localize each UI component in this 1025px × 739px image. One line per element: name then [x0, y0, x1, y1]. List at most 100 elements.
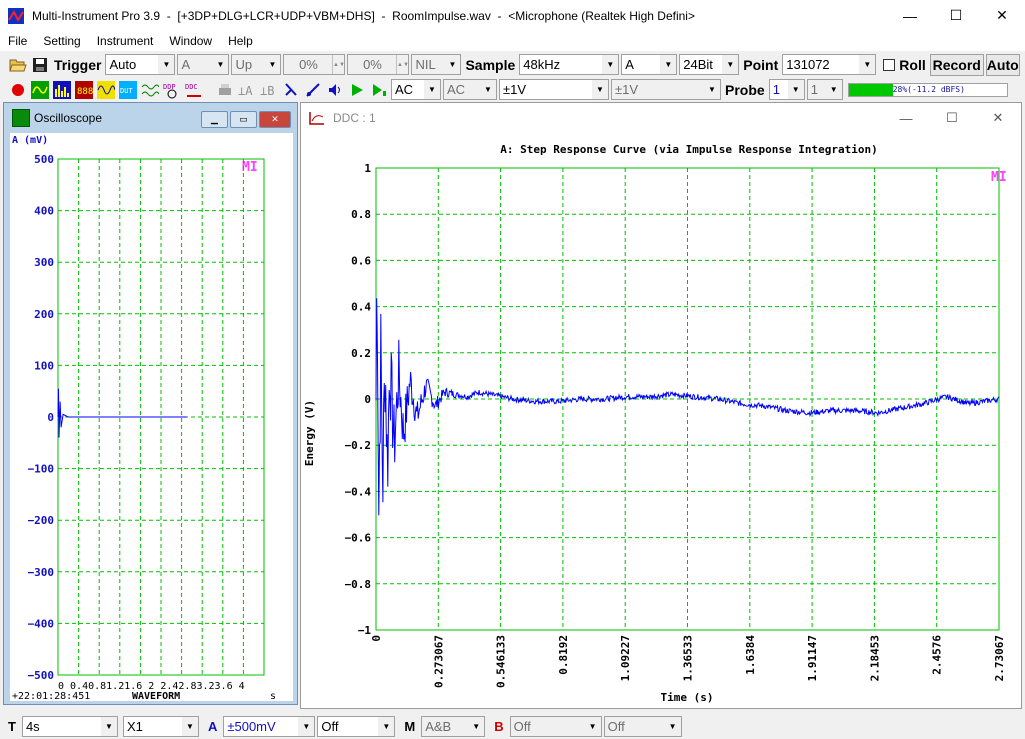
roll-label: Roll: [899, 56, 926, 73]
menu-file[interactable]: File: [0, 34, 35, 48]
oscilloscope-chart[interactable]: A (mV) MI 500 400 300 200 100 0 −100 −200 −300 −4…: [10, 133, 293, 702]
oscilloscope-plot-area[interactable]: A (mV) MI 500 400 300 200 100 0 −100 −200 −300 −4…: [10, 133, 293, 702]
osc-x-unit: s: [270, 691, 276, 701]
menu-instrument[interactable]: Instrument: [89, 34, 162, 48]
auto-button[interactable]: Auto: [985, 53, 1020, 76]
multiplier-select[interactable]: X1 ▼: [122, 716, 199, 737]
ddc-close-button[interactable]: ✕: [975, 103, 1021, 133]
ddp-icon[interactable]: DDP: [162, 80, 182, 100]
record-button[interactable]: Record: [929, 53, 984, 76]
svg-text:DDP: DDP: [163, 83, 176, 91]
measure-icon[interactable]: [303, 80, 323, 100]
generator-icon[interactable]: [96, 80, 116, 100]
osc-y-tick-label: 0: [47, 411, 54, 424]
play-icon[interactable]: [347, 80, 367, 100]
input-level-fill: [848, 83, 893, 96]
osc-close-button[interactable]: ✕: [259, 111, 291, 128]
channel-select[interactable]: A ▼: [621, 54, 678, 75]
chevron-down-icon: ▼: [378, 717, 395, 736]
osc-restore-button[interactable]: ▭: [230, 111, 257, 128]
range-b-select[interactable]: ±1V ▼: [611, 79, 721, 100]
modules-text: [+3DP+DLG+LCR+UDP+VBM+DHS]: [177, 8, 375, 23]
oscilloscope-window: Oscilloscope ▁ ▭ ✕ A (mV) MI 500 400 300 20…: [3, 102, 298, 705]
maximize-button[interactable]: ☐: [933, 0, 979, 31]
trigger-edge-select[interactable]: Up ▼: [231, 54, 282, 75]
ddc-y-label: Energy (V): [303, 400, 316, 466]
multimeter-icon[interactable]: 888: [74, 80, 94, 100]
chevron-down-icon: ▼: [444, 55, 461, 74]
menu-bar: File Setting Instrument Window Help: [0, 31, 1025, 51]
math-mode-select[interactable]: A&B ▼: [421, 716, 486, 737]
osc-unit-label: A (mV): [12, 135, 48, 146]
print-icon[interactable]: [215, 80, 235, 100]
y-tick-label: 0.4: [351, 301, 371, 314]
input-level-text: 28%(-11.2 dBFS): [892, 84, 965, 94]
trigger-delay-spinner[interactable]: 0% ▲▼: [347, 54, 410, 75]
save-icon[interactable]: [30, 55, 50, 75]
oscilloscope-titlebar[interactable]: Oscilloscope ▁ ▭ ✕: [4, 103, 297, 133]
probe-label: Probe: [725, 81, 765, 98]
chevron-down-icon: ▼: [158, 55, 175, 74]
ddc-minimize-button[interactable]: —: [883, 103, 929, 133]
channel-a-offset-select[interactable]: Off ▼: [317, 716, 396, 737]
coupling-b-select[interactable]: AC ▼: [443, 79, 497, 100]
ddc-titlebar[interactable]: DDC : 1 — ☐ ✕: [301, 103, 1021, 133]
file-name: RoomImpulse.wav: [392, 8, 491, 23]
channel-b-range-select[interactable]: Off ▼: [509, 716, 602, 737]
play-step-icon[interactable]: [369, 80, 389, 100]
timebase-label: T: [8, 719, 16, 734]
trigger-mode-select[interactable]: Auto ▼: [105, 54, 176, 75]
channel-a-range-select[interactable]: ±500mV ▼: [223, 716, 316, 737]
x-tick-label: 2.18453: [868, 635, 881, 681]
speaker-icon[interactable]: [325, 80, 345, 100]
osc-y-tick-label: 200: [34, 308, 54, 321]
close-button[interactable]: ✕: [979, 0, 1025, 31]
minimize-button[interactable]: —: [887, 0, 933, 31]
timebase-select[interactable]: 4s ▼: [21, 716, 118, 737]
trigger-label: Trigger: [54, 56, 102, 73]
channel-b-offset-select[interactable]: Off ▼: [603, 716, 682, 737]
points-select[interactable]: 131072 ▼: [782, 54, 877, 75]
ddc-icon[interactable]: DDC: [184, 80, 204, 100]
trigger-level-spinner[interactable]: 0% ▲▼: [283, 54, 346, 75]
menu-window[interactable]: Window: [161, 34, 220, 48]
roll-checkbox[interactable]: [883, 58, 896, 71]
osc-minimize-button[interactable]: ▁: [201, 111, 228, 128]
x-tick-label: 2.73067: [993, 635, 1006, 681]
probe-b-select[interactable]: 1 ▼: [806, 79, 843, 100]
ddc-chart-title: A: Step Response Curve (via Impulse Resp…: [500, 143, 878, 156]
step-response-chart[interactable]: A: Step Response Curve (via Impulse Resp…: [301, 133, 1021, 708]
sweep-icon[interactable]: [140, 80, 160, 100]
title-bar: Multi-Instrument Pro 3.9 - [+3DP+DLG+LCR…: [0, 0, 1025, 31]
status-bar: T 4s ▼ X1 ▼ A ±500mV ▼ Off ▼ M A&B ▼ B Off ▼ O…: [0, 714, 1025, 739]
osc-y-tick-label: 500: [34, 153, 54, 166]
chevron-down-icon: ▼: [424, 80, 440, 99]
cursor-icon[interactable]: [281, 80, 301, 100]
dut-icon[interactable]: DUT: [118, 80, 138, 100]
open-folder-icon[interactable]: [8, 55, 28, 75]
delta-b-icon[interactable]: ⊥B: [259, 80, 279, 100]
menu-help[interactable]: Help: [220, 34, 261, 48]
chevron-down-icon: ▼: [584, 717, 601, 736]
oscilloscope-icon[interactable]: [30, 80, 50, 100]
bit-depth-select[interactable]: 24Bit ▼: [679, 54, 740, 75]
sample-rate-select[interactable]: 48kHz ▼: [519, 54, 620, 75]
delta-a-icon[interactable]: ⊥A: [237, 80, 257, 100]
svg-text:888: 888: [77, 87, 93, 97]
spectrum-icon[interactable]: [52, 80, 72, 100]
nil-select[interactable]: NIL ▼: [411, 54, 462, 75]
menu-setting[interactable]: Setting: [35, 34, 88, 48]
app-name: Multi-Instrument Pro 3.9: [32, 8, 161, 23]
trigger-channel-select[interactable]: A ▼: [177, 54, 230, 75]
chevron-down-icon: ▼: [100, 717, 117, 736]
osc-x-ticks: 0 0.40.81.21.6 2 2.42.83.23.6 4: [58, 681, 245, 692]
y-tick-label: 0.6: [351, 254, 371, 267]
record-dot-icon[interactable]: [8, 80, 28, 100]
probe-a-select[interactable]: 1 ▼: [768, 79, 805, 100]
coupling-a-select[interactable]: AC ▼: [391, 79, 441, 100]
device-name: <Microphone (Realtek High Defini>: [508, 8, 695, 23]
ddc-maximize-button[interactable]: ☐: [929, 103, 975, 133]
osc-y-tick-label: 300: [34, 256, 54, 269]
range-a-select[interactable]: ±1V ▼: [499, 79, 609, 100]
x-tick-label: 0.546133: [495, 635, 508, 688]
